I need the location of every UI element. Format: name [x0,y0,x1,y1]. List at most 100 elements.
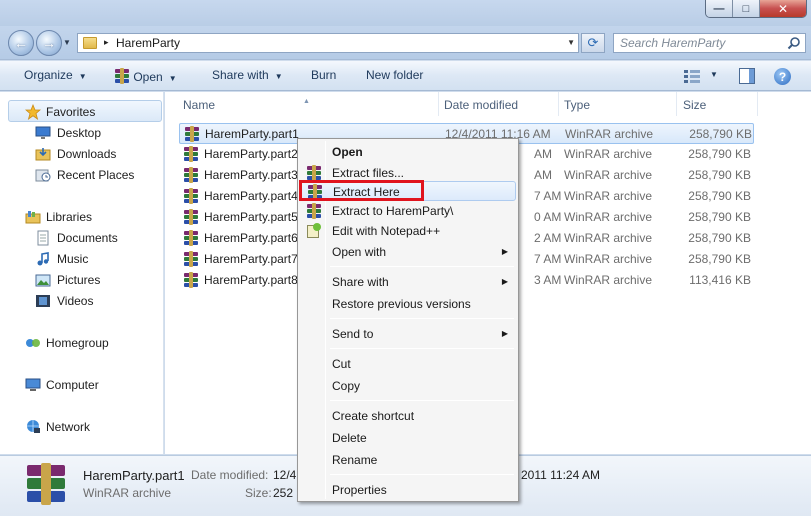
share-with-label: Share with [212,68,269,82]
share-with-menu[interactable]: Share with ▼ [212,68,283,82]
minimize-button[interactable]: — [706,0,733,17]
menu-item-send-to[interactable]: Send to ▶ [300,324,516,344]
file-name: HaremParty.part5 [204,210,298,224]
menu-item-delete[interactable]: Delete [300,428,516,448]
help-icon[interactable]: ? [774,68,791,85]
nav-network[interactable]: Network [0,417,163,437]
breadcrumb-arrow-icon[interactable]: ▸ [104,37,109,48]
file-type: WinRAR archive [564,189,653,203]
column-header-name[interactable]: Name ▲ [165,92,439,116]
menu-item-extract-to[interactable]: Extract to HaremParty\ [300,201,516,221]
libraries-icon [25,211,41,224]
menu-item-create-shortcut[interactable]: Create shortcut [300,406,516,426]
new-folder-button[interactable]: New folder [366,68,423,82]
nav-music-label: Music [57,252,89,266]
submenu-arrow-icon: ▶ [501,277,508,286]
nav-downloads[interactable]: Downloads [0,144,163,164]
menu-item-properties[interactable]: Properties [300,480,516,500]
details-size-value: 252 I [273,486,300,500]
column-header-date-modified[interactable]: Date modified [439,92,559,116]
address-bar[interactable]: ▸ HaremParty ▼ [77,33,579,53]
view-options-icon[interactable] [684,69,700,83]
menu-item-edit-notepad[interactable]: Edit with Notepad++ [300,221,516,241]
details-type: WinRAR archive [83,486,172,500]
nav-libraries[interactable]: Libraries [0,207,163,227]
highlight-annotation-box [299,180,424,201]
column-type-label: Type [564,98,591,112]
star-icon [25,104,41,120]
search-icon[interactable] [787,36,801,50]
downloads-folder-icon [35,148,51,161]
nav-pictures[interactable]: Pictures [0,270,163,290]
menu-item-rename[interactable]: Rename [300,450,516,470]
file-name: HaremParty.part3 [204,168,298,182]
menu-item-open-with[interactable]: Open with ▶ [300,242,516,262]
nav-recent-places[interactable]: Recent Places [0,165,163,185]
folder-icon [83,37,97,49]
menu-item-label: Open with [332,245,387,259]
file-size: 258,790 KB [688,168,751,182]
view-dropdown-icon[interactable]: ▼ [710,70,718,79]
menu-item-copy[interactable]: Copy [300,376,516,396]
winrar-archive-icon [183,230,199,246]
maximize-button[interactable]: □ [733,0,760,17]
nav-homegroup-label: Homegroup [46,336,109,350]
nav-computer[interactable]: Computer [0,375,163,395]
breadcrumb-current-folder[interactable]: HaremParty [116,36,180,50]
menu-item-label: Open [332,145,363,159]
nav-desktop-label: Desktop [57,126,102,140]
recent-pages-dropdown[interactable]: ▼ [63,38,73,48]
homegroup-icon [26,339,40,347]
nav-music[interactable]: Music [0,249,163,269]
column-header-type[interactable]: Type [559,92,677,116]
menu-item-restore-versions[interactable]: Restore previous versions [300,294,516,314]
search-input[interactable] [614,34,774,52]
open-button[interactable]: Open ▼ [114,68,177,84]
menu-item-open[interactable]: Open [300,142,516,162]
back-arrow-icon: ← [14,35,28,51]
menu-separator [330,400,514,401]
menu-separator [330,266,514,267]
menu-item-label: Edit with Notepad++ [332,224,441,238]
organize-menu[interactable]: Organize ▼ [24,68,87,82]
menu-item-share-with[interactable]: Share with ▶ [300,272,516,292]
winrar-archive-icon [183,209,199,225]
search-box[interactable] [613,33,806,53]
file-size: 258,790 KB [688,231,751,245]
nav-documents[interactable]: Documents [0,228,163,248]
file-date: 3 AM [534,273,562,287]
nav-pictures-label: Pictures [57,273,101,287]
burn-button[interactable]: Burn [311,68,336,82]
file-name: HaremParty.part6 [204,231,298,245]
address-dropdown-icon[interactable]: ▼ [567,38,575,47]
file-date: 2 AM [534,231,562,245]
file-size: 258,790 KB [689,127,752,141]
chevron-down-icon: ▼ [168,74,177,83]
file-name: HaremParty.part8 [204,273,298,287]
sort-ascending-icon: ▲ [303,98,310,105]
file-date: AM [534,168,552,182]
refresh-button[interactable]: ⟳ [581,33,605,53]
winrar-icon [114,68,130,84]
nav-desktop[interactable]: Desktop [0,123,163,143]
details-filename: HaremParty.part1 [83,468,185,483]
file-size: 113,416 KB [689,273,751,287]
menu-item-cut[interactable]: Cut [300,354,516,374]
nav-favorites[interactable]: Favorites [0,102,163,122]
maximize-icon: □ [742,2,750,15]
winrar-archive-icon [184,126,200,142]
refresh-icon: ⟳ [587,35,599,50]
file-size: 258,790 KB [688,210,751,224]
nav-downloads-label: Downloads [57,147,117,161]
nav-homegroup[interactable]: Homegroup [0,333,163,353]
column-divider[interactable] [757,92,758,116]
file-type: WinRAR archive [564,252,653,266]
forward-button[interactable]: → [36,30,62,56]
nav-videos[interactable]: Videos [0,291,163,311]
winrar-archive-icon [183,188,199,204]
menu-item-label: Properties [332,483,387,497]
preview-pane-icon[interactable] [739,68,755,84]
back-button[interactable]: ← [8,30,34,56]
close-button[interactable]: ✕ [760,0,806,17]
column-header-size[interactable]: Size [677,92,757,116]
